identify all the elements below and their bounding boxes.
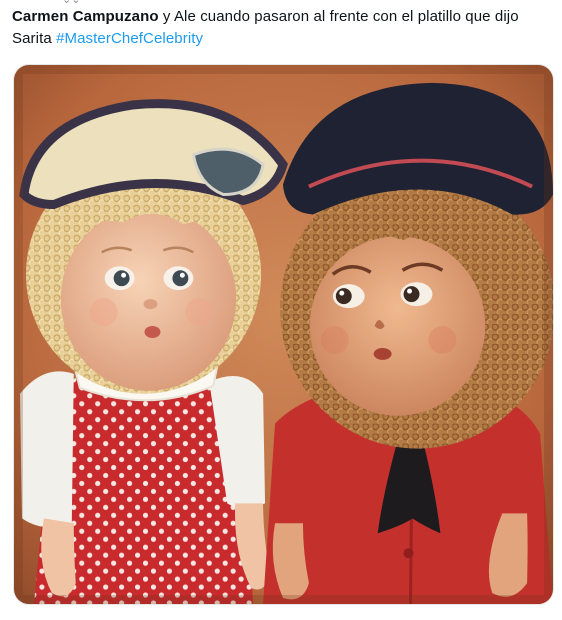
dolls-photo-illustration [14,65,553,604]
tweet-text: Carmen Campuzano y Ale cuando pasaron al… [12,6,552,50]
tweet-card: ⌄⌄ Carmen Campuzano y Ale cuando pasaron… [0,0,562,620]
left-doll-left-sleeve [19,371,74,528]
author-name[interactable]: Carmen Campuzano [12,8,159,25]
right-doll [263,82,553,604]
hashtag-link[interactable]: #MasterChefCelebrity [56,30,203,47]
left-doll-face [60,207,237,391]
right-doll-face [309,236,486,416]
tweet-photo[interactable] [13,64,554,605]
clipped-top-text: ⌄⌄ [62,0,84,4]
